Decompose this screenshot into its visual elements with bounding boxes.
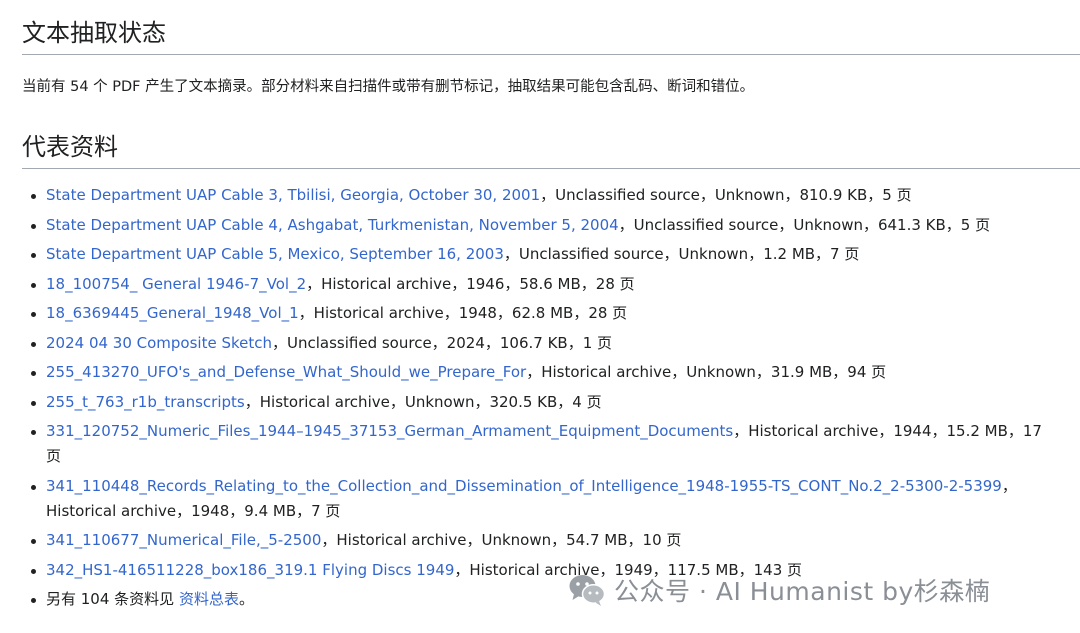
document-link[interactable]: 255_t_763_r1b_transcripts <box>46 393 245 411</box>
document-link[interactable]: 255_413270_UFO's_and_Defense_What_Should… <box>46 363 526 381</box>
list-item: 18_6369445_General_1948_Vol_1，Historical… <box>31 301 1080 326</box>
list-item: 2024 04 30 Composite Sketch，Unclassified… <box>31 331 1080 356</box>
watermark-text: 公众号 · AI Humanist by杉森楠 <box>614 577 991 606</box>
watermark: 公众号 · AI Humanist by杉森楠 <box>568 568 990 612</box>
list-item: State Department UAP Cable 3, Tbilisi, G… <box>31 183 1080 208</box>
article-content: 文本抽取状态 当前有 54 个 PDF 产生了文本摘录。部分材料来自扫描件或带有… <box>22 0 1080 617</box>
section-heading-extraction-status: 文本抽取状态 <box>22 18 1080 55</box>
document-meta: ，Unclassified source，Unknown，810.9 KB，5 … <box>540 186 912 204</box>
document-meta: ，Historical archive，1948，62.8 MB，28 页 <box>298 304 628 322</box>
document-list: State Department UAP Cable 3, Tbilisi, G… <box>22 183 1080 612</box>
document-link[interactable]: 341_110677_Numerical_File,_5-2500 <box>46 531 321 549</box>
list-item: State Department UAP Cable 4, Ashgabat, … <box>31 213 1080 238</box>
list-item: State Department UAP Cable 5, Mexico, Se… <box>31 242 1080 267</box>
extraction-status-text: 当前有 54 个 PDF 产生了文本摘录。部分材料来自扫描件或带有删节标记，抽取… <box>22 79 755 95</box>
document-link[interactable]: 331_120752_Numeric_Files_1944–1945_37153… <box>46 422 733 440</box>
master-list-link[interactable]: 资料总表 <box>179 590 239 608</box>
document-link[interactable]: 18_100754_ General 1946-7_Vol_2 <box>46 275 306 293</box>
list-item: 331_120752_Numeric_Files_1944–1945_37153… <box>31 419 1080 469</box>
document-link[interactable]: 18_6369445_General_1948_Vol_1 <box>46 304 299 322</box>
list-item: 341_110677_Numerical_File,_5-2500，Histor… <box>31 528 1080 553</box>
document-link[interactable]: State Department UAP Cable 5, Mexico, Se… <box>46 245 504 263</box>
document-link[interactable]: State Department UAP Cable 4, Ashgabat, … <box>46 216 619 234</box>
more-prefix: 另有 104 条资料见 <box>46 590 179 608</box>
document-meta: ，Historical archive，Unknown，31.9 MB，94 页 <box>526 363 887 381</box>
more-suffix: 。 <box>238 590 254 608</box>
document-meta: ，Historical archive，Unknown，320.5 KB，4 页 <box>244 392 602 411</box>
section-heading-representative-docs: 代表资料 <box>22 132 1080 169</box>
wechat-icon <box>569 575 606 606</box>
list-item: 255_413270_UFO's_and_Defense_What_Should… <box>31 360 1080 385</box>
document-meta: ，Historical archive，1946，58.6 MB，28 页 <box>306 274 635 293</box>
document-link[interactable]: 2024 04 30 Composite Sketch <box>46 334 272 352</box>
list-item: 18_100754_ General 1946-7_Vol_2，Historic… <box>31 272 1080 297</box>
document-meta: ，Unclassified source，Unknown，1.2 MB，7 页 <box>503 245 860 263</box>
list-item: 341_110448_Records_Relating_to_the_Colle… <box>31 474 1080 524</box>
document-meta: ，Unclassified source，Unknown，641.3 KB，5 … <box>618 215 991 234</box>
document-link[interactable]: 341_110448_Records_Relating_to_the_Colle… <box>46 477 1002 495</box>
document-meta: ，Unclassified source，2024，106.7 KB，1 页 <box>272 333 613 352</box>
document-meta: ，Historical archive，Unknown，54.7 MB，10 页 <box>321 531 682 549</box>
list-item: 255_t_763_r1b_transcripts，Historical arc… <box>31 390 1080 415</box>
document-link[interactable]: 342_HS1-416511228_box186_319.1 Flying Di… <box>46 561 454 579</box>
document-link[interactable]: State Department UAP Cable 3, Tbilisi, G… <box>46 186 540 204</box>
